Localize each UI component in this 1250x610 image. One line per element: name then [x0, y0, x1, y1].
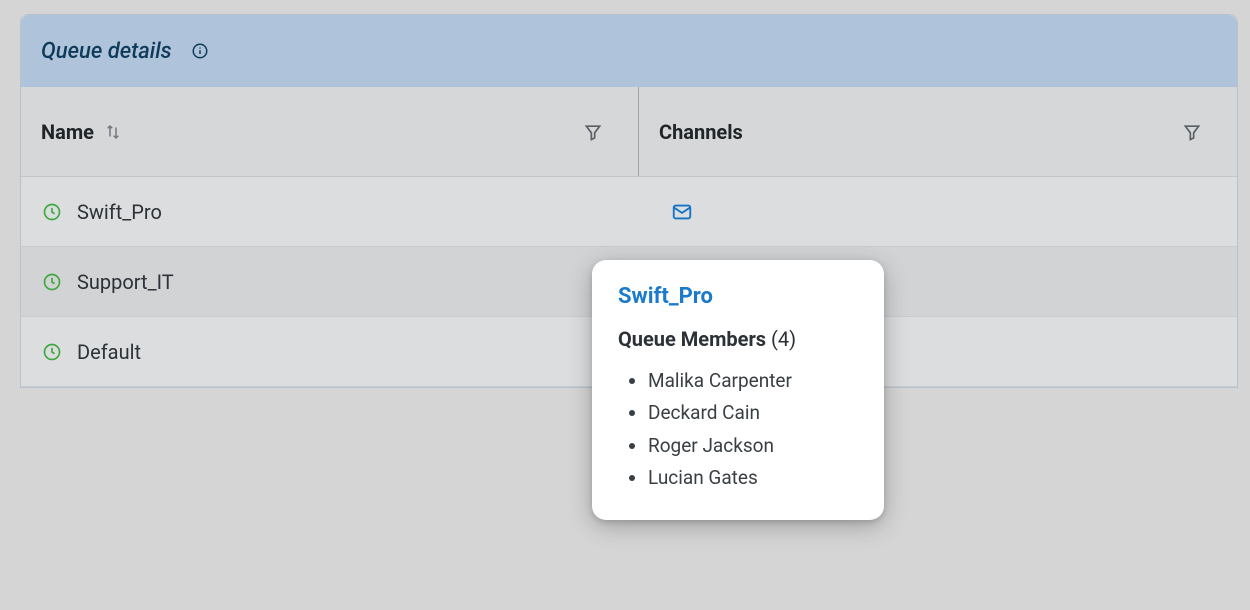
column-header-row: Name Channels — [21, 87, 1237, 177]
column-header-name[interactable]: Name — [21, 87, 639, 176]
list-item: Roger Jackson — [648, 430, 858, 462]
filter-icon[interactable] — [1181, 121, 1203, 143]
cell-name: Default — [21, 340, 639, 364]
list-item: Malika Carpenter — [648, 365, 858, 397]
row-name-label: Swift_Pro — [77, 200, 162, 224]
column-header-channels-label: Channels — [659, 120, 743, 144]
cell-channels — [639, 201, 1237, 223]
popover-subtitle-label: Queue Members — [618, 327, 766, 351]
panel-header: Queue details — [21, 15, 1237, 87]
clock-icon — [41, 341, 63, 363]
row-name-label: Support_IT — [77, 270, 174, 294]
table-row[interactable]: Swift_Pro — [21, 177, 1237, 247]
row-name-label: Default — [77, 340, 141, 364]
mail-icon[interactable] — [667, 201, 697, 223]
info-icon[interactable] — [190, 41, 210, 61]
cell-name: Swift_Pro — [21, 200, 639, 224]
popover-subtitle: Queue Members (4) — [618, 327, 858, 351]
column-header-name-label: Name — [41, 120, 94, 144]
member-list: Malika Carpenter Deckard Cain Roger Jack… — [618, 365, 858, 494]
sort-icon[interactable] — [104, 123, 122, 141]
clock-icon — [41, 271, 63, 293]
panel-title: Queue details — [41, 39, 172, 64]
popover-subtitle-count: (4) — [771, 327, 796, 351]
popover-title: Swift_Pro — [618, 284, 858, 309]
list-item: Lucian Gates — [648, 462, 858, 494]
list-item: Deckard Cain — [648, 397, 858, 429]
clock-icon — [41, 201, 63, 223]
column-header-channels[interactable]: Channels — [639, 87, 1237, 176]
queue-members-popover: Swift_Pro Queue Members (4) Malika Carpe… — [592, 260, 884, 520]
cell-name: Support_IT — [21, 270, 639, 294]
filter-icon[interactable] — [582, 121, 604, 143]
